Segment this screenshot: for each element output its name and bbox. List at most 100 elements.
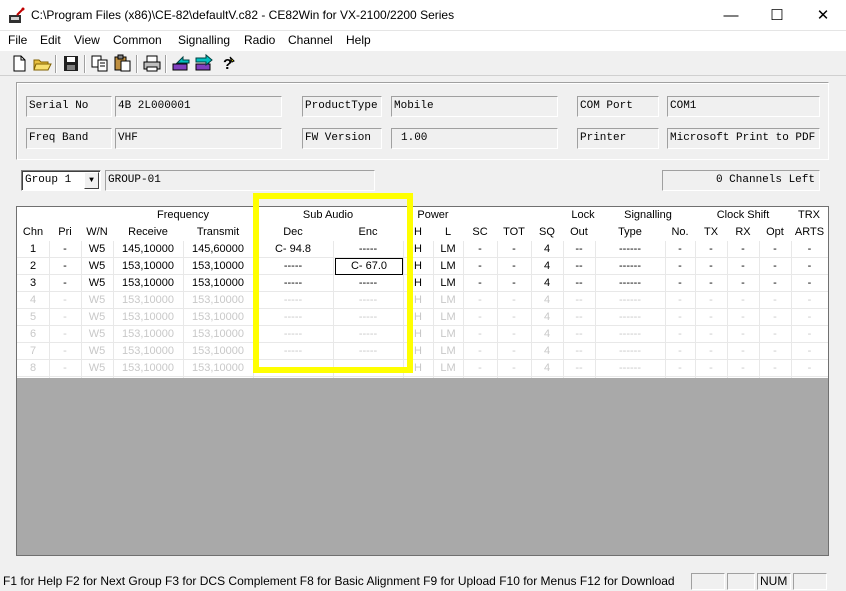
cell-lock-out[interactable]: -- <box>563 292 595 309</box>
cell-sc[interactable]: - <box>463 309 497 326</box>
cell-receive[interactable]: 153,10000 <box>113 326 183 343</box>
cell-sig-no[interactable]: - <box>665 326 695 343</box>
menu-radio[interactable]: Radio <box>244 33 275 47</box>
cell-wn[interactable]: W5 <box>81 326 113 343</box>
cell-trx-arts[interactable]: - <box>791 326 828 343</box>
cell-chn[interactable]: 7 <box>17 343 49 360</box>
help-icon[interactable]: ? <box>216 53 238 74</box>
cell-wn[interactable]: W5 <box>81 360 113 377</box>
open-folder-icon[interactable] <box>31 53 53 74</box>
cell-tot[interactable]: - <box>497 326 531 343</box>
cell-pri[interactable]: - <box>49 343 81 360</box>
cell-sig-no[interactable]: - <box>665 258 695 275</box>
cell-sig-type[interactable]: ------ <box>595 275 665 292</box>
cell-wn[interactable]: W5 <box>81 275 113 292</box>
cell-transmit[interactable]: 153,10000 <box>183 343 253 360</box>
cell-chn[interactable]: 4 <box>17 292 49 309</box>
cell-clock-opt[interactable]: - <box>759 326 791 343</box>
cell-tot[interactable]: - <box>497 292 531 309</box>
table-row[interactable]: 8- W5 153,10000 153,10000 ----- ----- H LM - -4 --… <box>17 360 828 377</box>
cell-wn[interactable]: W5 <box>81 241 113 258</box>
cell-trx-arts[interactable]: - <box>791 258 828 275</box>
cell-wn[interactable]: W5 <box>81 258 113 275</box>
cell-sc[interactable]: - <box>463 360 497 377</box>
table-row[interactable]: 7- W5 153,10000 153,10000 ----- ----- H LM - -4 --… <box>17 343 828 360</box>
cell-clock-rx[interactable]: - <box>727 360 759 377</box>
cell-sig-type[interactable]: ------ <box>595 258 665 275</box>
cell-sc[interactable]: - <box>463 292 497 309</box>
cell-wn[interactable]: W5 <box>81 292 113 309</box>
cell-lock-out[interactable]: -- <box>563 241 595 258</box>
cell-clock-opt[interactable]: - <box>759 258 791 275</box>
cell-transmit[interactable]: 153,10000 <box>183 258 253 275</box>
cell-power-l[interactable]: LM <box>433 326 463 343</box>
table-row[interactable]: 6- W5 153,10000 153,10000 ----- ----- H LM - -4 --… <box>17 326 828 343</box>
cell-power-l[interactable]: LM <box>433 309 463 326</box>
cell-clock-tx[interactable]: - <box>695 343 727 360</box>
cell-sc[interactable]: - <box>463 343 497 360</box>
cell-lock-out[interactable]: -- <box>563 343 595 360</box>
cell-chn[interactable]: 5 <box>17 309 49 326</box>
save-icon[interactable] <box>60 53 82 74</box>
menu-help[interactable]: Help <box>346 33 371 47</box>
cell-receive[interactable]: 153,10000 <box>113 343 183 360</box>
cell-pri[interactable]: - <box>49 258 81 275</box>
cell-power-l[interactable]: LM <box>433 275 463 292</box>
cell-clock-rx[interactable]: - <box>727 258 759 275</box>
cell-sig-type[interactable]: ------ <box>595 360 665 377</box>
cell-tot[interactable]: - <box>497 275 531 292</box>
cell-transmit[interactable]: 153,10000 <box>183 275 253 292</box>
group-name-field[interactable]: GROUP-01 <box>105 170 375 191</box>
table-row[interactable]: 5- W5 153,10000 153,10000 ----- ----- H LM - -4 --… <box>17 309 828 326</box>
cell-sig-type[interactable]: ------ <box>595 326 665 343</box>
cell-power-l[interactable]: LM <box>433 343 463 360</box>
cell-clock-opt[interactable]: - <box>759 309 791 326</box>
cell-lock-out[interactable]: -- <box>563 258 595 275</box>
maximize-button[interactable]: ☐ <box>754 0 800 31</box>
cell-transmit[interactable]: 153,10000 <box>183 309 253 326</box>
cell-clock-opt[interactable]: - <box>759 360 791 377</box>
group-dropdown[interactable]: Group 1 ▼ <box>21 170 101 191</box>
cell-power-l[interactable]: LM <box>433 292 463 309</box>
cell-clock-tx[interactable]: - <box>695 309 727 326</box>
menu-view[interactable]: View <box>74 33 100 47</box>
cell-power-l[interactable]: LM <box>433 360 463 377</box>
cell-tot[interactable]: - <box>497 241 531 258</box>
cell-pri[interactable]: - <box>49 360 81 377</box>
cell-pri[interactable]: - <box>49 292 81 309</box>
cell-sc[interactable]: - <box>463 326 497 343</box>
app-icon[interactable] <box>8 7 26 25</box>
cell-clock-rx[interactable]: - <box>727 241 759 258</box>
cell-clock-tx[interactable]: - <box>695 241 727 258</box>
cell-clock-rx[interactable]: - <box>727 292 759 309</box>
cell-clock-tx[interactable]: - <box>695 275 727 292</box>
cell-sq[interactable]: 4 <box>531 275 563 292</box>
cell-trx-arts[interactable]: - <box>791 343 828 360</box>
cell-receive[interactable]: 153,10000 <box>113 292 183 309</box>
cell-transmit[interactable]: 145,60000 <box>183 241 253 258</box>
cell-clock-rx[interactable]: - <box>727 275 759 292</box>
cell-trx-arts[interactable]: - <box>791 275 828 292</box>
cell-lock-out[interactable]: -- <box>563 360 595 377</box>
cell-sq[interactable]: 4 <box>531 241 563 258</box>
cell-sc[interactable]: - <box>463 275 497 292</box>
copy-icon[interactable] <box>89 53 111 74</box>
cell-pri[interactable]: - <box>49 241 81 258</box>
cell-clock-rx[interactable]: - <box>727 326 759 343</box>
chevron-down-icon[interactable]: ▼ <box>84 172 99 189</box>
cell-sig-no[interactable]: - <box>665 292 695 309</box>
cell-trx-arts[interactable]: - <box>791 309 828 326</box>
cell-sig-type[interactable]: ------ <box>595 309 665 326</box>
cell-clock-rx[interactable]: - <box>727 343 759 360</box>
menu-file[interactable]: File <box>8 33 27 47</box>
cell-trx-arts[interactable]: - <box>791 360 828 377</box>
cell-chn[interactable]: 6 <box>17 326 49 343</box>
download-icon[interactable] <box>193 53 215 74</box>
cell-sc[interactable]: - <box>463 258 497 275</box>
cell-receive[interactable]: 153,10000 <box>113 360 183 377</box>
cell-lock-out[interactable]: -- <box>563 275 595 292</box>
cell-transmit[interactable]: 153,10000 <box>183 292 253 309</box>
cell-power-l[interactable]: LM <box>433 241 463 258</box>
menu-channel[interactable]: Channel <box>288 33 333 47</box>
close-button[interactable]: ✕ <box>800 0 846 31</box>
